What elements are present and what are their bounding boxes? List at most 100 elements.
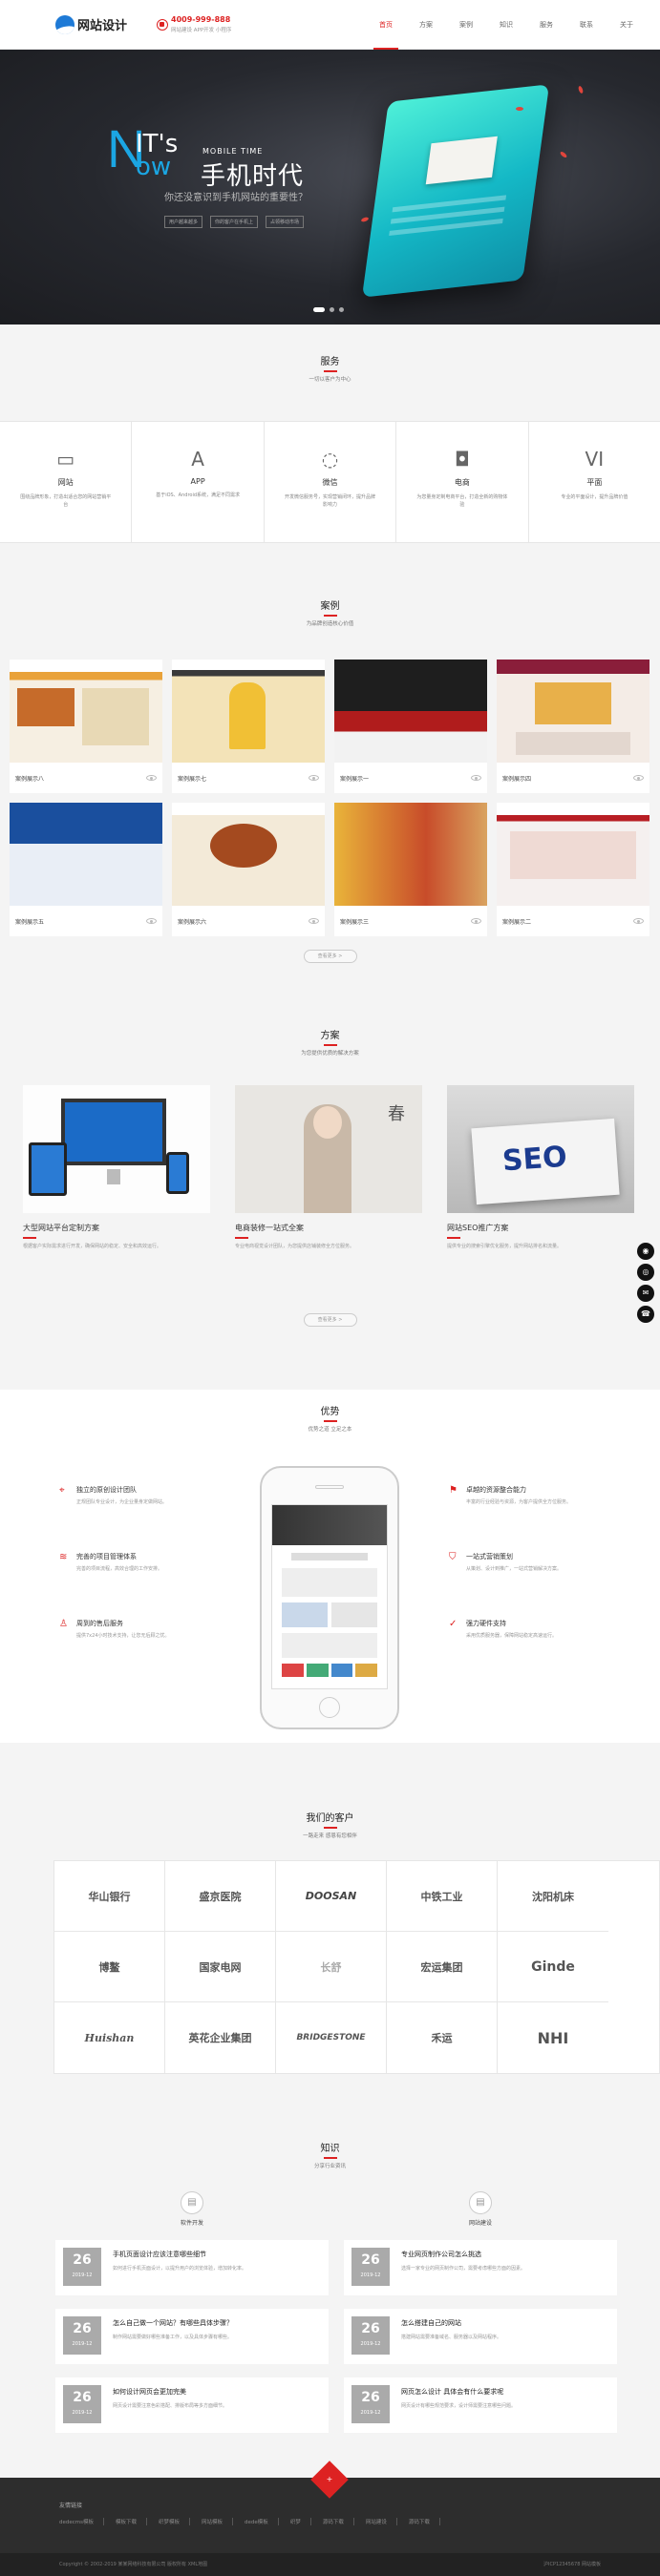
- advantages-left: ⌖ 独立的原创设计团队 正规团队专业设计，为企业量身定做网站。 ≋ 完善的项目管…: [59, 1485, 241, 1686]
- service-app[interactable]: A APP 基于iOS、Android系统，满足不同需求: [132, 422, 265, 542]
- service-website[interactable]: ▭ 网站 围绕品牌形象，打造出适合您的网站营销平台: [0, 422, 133, 542]
- nav-solutions[interactable]: 方案: [406, 0, 446, 50]
- solution-card[interactable]: 春 电商装修一站式全案 专业电商视觉设计团队，为您提供店铺装修全方位服务。: [235, 1085, 422, 1250]
- carousel-dot[interactable]: [330, 307, 334, 312]
- phone-float-icon[interactable]: ☎: [637, 1306, 654, 1323]
- footer-badge[interactable]: +: [310, 2461, 349, 2499]
- news-date: 26 2019-12: [351, 2316, 390, 2355]
- shopping-bag-icon: ◘: [455, 448, 470, 471]
- section-title: 知识: [320, 2144, 340, 2154]
- client-logo: Ginde: [498, 1932, 608, 2002]
- advantage-title: 卓越的资源整合能力: [466, 1486, 526, 1494]
- logo-mark-icon: [55, 14, 75, 34]
- monitor-icon: ▭: [56, 448, 75, 471]
- news-month: 2019-12: [360, 2341, 381, 2347]
- service-ecommerce[interactable]: ◘ 电商 为您量身定制电商平台，打造全新的购物体验: [396, 422, 529, 542]
- service-wechat[interactable]: ◌ 微信 开发微信服务号，实现营销闭环，提升品牌影响力: [265, 422, 397, 542]
- advantages-right: ⚑ 卓越的资源整合能力 丰富的行业经验与资源，为客户提供全方位服务。 ⛉ 一站式…: [449, 1485, 630, 1686]
- friend-link[interactable]: 网站建设: [366, 2518, 397, 2525]
- service-name: 电商: [454, 478, 470, 487]
- advantage-desc: 正规团队专业设计，为企业量身定做网站。: [76, 1499, 168, 1505]
- hero-ow: ow: [136, 153, 172, 181]
- news-item[interactable]: 26 2019-12 怎么自己做一个网站？有哪些具体步骤？ 制作网站需要做好哪些准备…: [55, 2309, 329, 2364]
- nav-contact[interactable]: 联系: [566, 0, 607, 50]
- friend-link[interactable]: 网站模板: [202, 2518, 234, 2525]
- news-item[interactable]: 26 2019-12 专业网页制作公司怎么挑选 选择一家专业的网页制作公司，需要考虑…: [344, 2240, 617, 2295]
- nav-knowledge[interactable]: 知识: [486, 0, 526, 50]
- news-category[interactable]: ▤ 网站建设: [344, 2191, 617, 2227]
- news-item[interactable]: 26 2019-12 怎么搭建自己的网站 搭建网站需要准备域名、服务器以及网站程序。: [344, 2309, 617, 2364]
- news-month: 2019-12: [72, 2341, 93, 2347]
- friend-link[interactable]: 源码下载: [409, 2518, 440, 2525]
- case-thumbnail: [10, 803, 162, 906]
- advantage-desc: 提供7x24小时技术支持，让您无后顾之忧。: [76, 1633, 170, 1639]
- news-title: 手机页面设计应该注意哪些细节: [113, 2251, 206, 2258]
- news-date: 26 2019-12: [63, 2316, 101, 2355]
- nav-about[interactable]: 关于: [607, 0, 647, 50]
- solution-card[interactable]: 大型网站平台定制方案 根据客户实际需求进行开发，确保网站的稳定、安全和高效运行。: [23, 1085, 210, 1250]
- news-date: 26 2019-12: [351, 2248, 390, 2286]
- hero-phone-illustration: [361, 84, 550, 298]
- solution-card[interactable]: SEO 网站SEO推广方案 提供专业的搜索引擎优化服务，提升网站排名和流量。: [447, 1085, 634, 1250]
- location-float-icon[interactable]: ◉: [637, 1243, 654, 1260]
- case-thumbnail: [172, 660, 325, 763]
- solution-desc: 根据客户实际需求进行开发，确保网站的稳定、安全和高效运行。: [23, 1244, 162, 1249]
- case-card[interactable]: 案例展示一: [334, 660, 487, 793]
- case-name: 案例展示三: [340, 918, 370, 926]
- case-card[interactable]: 案例展示三: [334, 803, 487, 936]
- friend-link[interactable]: 源码下载: [323, 2518, 354, 2525]
- check-shield-icon: ✓: [449, 1619, 458, 1629]
- nav-services[interactable]: 服务: [526, 0, 566, 50]
- cases-more-button[interactable]: 查看更多 >: [303, 950, 357, 963]
- site-header: 网站设计 4009-999-888 网站建设 APP开发 小程序 首页 方案 案…: [0, 0, 660, 50]
- case-card[interactable]: 案例展示七: [172, 660, 325, 793]
- client-logo: 博鳌: [54, 1932, 165, 2002]
- news-desc: 选择一家专业的网页制作公司，需要考虑哪些方面的因素。: [401, 2266, 526, 2272]
- case-card[interactable]: 案例展示六: [172, 803, 325, 936]
- solutions-more-button[interactable]: 查看更多 >: [303, 1313, 357, 1327]
- advantage-title: 周到的售后服务: [76, 1620, 123, 1627]
- icp-record[interactable]: 沪ICP12345678 网站模板: [543, 2561, 601, 2568]
- service-graphic[interactable]: VI 平面 专业的平面设计，提升品牌价值: [529, 422, 660, 542]
- friend-link[interactable]: 模板下载: [116, 2518, 148, 2525]
- friend-link[interactable]: 织梦模板: [159, 2518, 191, 2525]
- view-eye-icon: [633, 775, 644, 781]
- solution-desc: 专业电商视觉设计团队，为您提供店铺装修全方位服务。: [235, 1244, 355, 1249]
- news-item[interactable]: 26 2019-12 如何设计网页会更加完美 网页设计需要注意色彩搭配、排版布局等多…: [55, 2377, 329, 2433]
- plus-icon: +: [326, 2475, 333, 2483]
- client-logo: 宏运集团: [387, 1932, 498, 2002]
- case-card[interactable]: 案例展示四: [497, 660, 649, 793]
- section-title: 服务: [320, 357, 340, 367]
- iphone-home-button: [319, 1697, 340, 1718]
- case-card[interactable]: 案例展示五: [10, 803, 162, 936]
- logo[interactable]: 网站设计: [55, 14, 151, 34]
- news-item[interactable]: 26 2019-12 手机页面设计应该注意哪些细节 如何进行手机页面设计，以提升用户…: [55, 2240, 329, 2295]
- petal-decoration: [360, 216, 370, 223]
- news-item[interactable]: 26 2019-12 网页怎么设计 具体会有什么要求呢 网页设计有哪些规范要求，设计…: [344, 2377, 617, 2433]
- friend-link[interactable]: dedecms模板: [59, 2518, 104, 2525]
- client-logo: DOOSAN: [276, 1861, 387, 1932]
- case-card[interactable]: 案例展示八: [10, 660, 162, 793]
- solution-image: 春: [235, 1085, 422, 1213]
- news-month: 2019-12: [72, 2272, 93, 2278]
- nav-home[interactable]: 首页: [366, 0, 406, 50]
- carousel-dot[interactable]: [313, 307, 325, 312]
- section-subtitle: 一路走来 感恩有您相伴: [303, 1833, 357, 1839]
- knowledge-section: 知识 分享行业资讯 ▤ 软件开发 26 2019-12 手机页面设计应该注意哪些细…: [0, 2115, 660, 2478]
- advantage-item: ✓ 强力硬件支持 采用优质服务器，保障网站稳定高速运行。: [449, 1619, 630, 1686]
- hero-banner[interactable]: N IT's ow MOBILE TIME 手机时代 你还没意识到手机网站的重要…: [0, 50, 660, 325]
- message-float-icon[interactable]: ✉: [637, 1285, 654, 1302]
- friend-link[interactable]: 织梦: [290, 2518, 311, 2525]
- news-category[interactable]: ▤ 软件开发: [55, 2191, 329, 2227]
- document-icon: ▤: [181, 2191, 203, 2214]
- view-eye-icon: [309, 775, 319, 781]
- case-card[interactable]: 案例展示二: [497, 803, 649, 936]
- nav-cases[interactable]: 案例: [446, 0, 486, 50]
- carousel-dot[interactable]: [339, 307, 344, 312]
- client-logo: BRIDGESTONE: [276, 2002, 387, 2073]
- wechat-float-icon[interactable]: ◎: [637, 1264, 654, 1281]
- section-divider: [323, 615, 337, 617]
- client-logo: 国家电网: [165, 1932, 276, 2002]
- friend-link[interactable]: dede模板: [245, 2518, 279, 2525]
- solution-divider: [447, 1237, 460, 1239]
